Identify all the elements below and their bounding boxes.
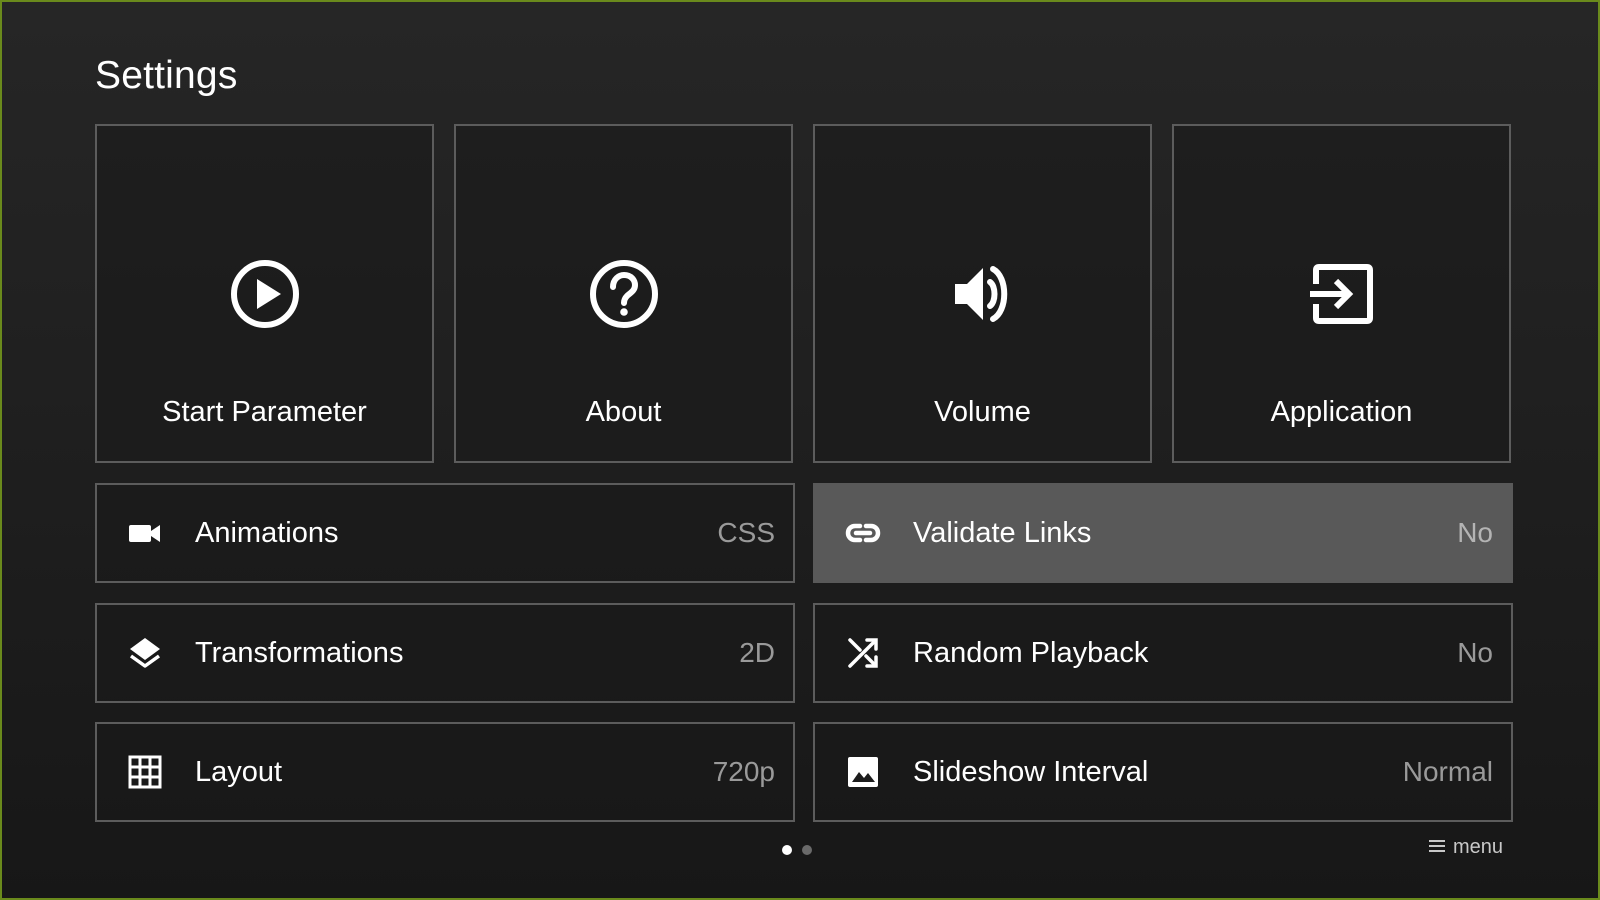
volume-icon [947, 258, 1019, 330]
shuffle-icon [845, 635, 881, 671]
setting-row-transformations[interactable]: Transformations 2D [95, 603, 795, 703]
link-icon [845, 515, 881, 551]
tile-about[interactable]: About [454, 124, 793, 463]
setting-row-slideshow-interval[interactable]: Slideshow Interval Normal [813, 722, 1513, 822]
row-label: Layout [195, 756, 283, 788]
menu-button[interactable]: menu [1428, 836, 1503, 859]
page-title: Settings [95, 54, 238, 97]
tile-label: Volume [934, 396, 1031, 428]
row-value: 2D [739, 637, 775, 668]
row-value: Normal [1402, 756, 1493, 787]
row-value: CSS [717, 517, 775, 548]
exit-to-app-icon [1306, 258, 1378, 330]
layers-icon [127, 635, 163, 671]
tile-volume[interactable]: Volume [813, 124, 1152, 463]
settings-screen: Settings Start Parameter About Volume Ap… [0, 0, 1600, 900]
setting-row-layout[interactable]: Layout 720p [95, 722, 795, 822]
row-label: Validate Links [913, 517, 1092, 549]
grid-icon [127, 754, 163, 790]
setting-row-animations[interactable]: Animations CSS [95, 483, 795, 583]
setting-row-random-playback[interactable]: Random Playback No [813, 603, 1513, 703]
menu-icon [1428, 836, 1445, 859]
tile-label: Application [1270, 396, 1413, 428]
setting-row-validate-links[interactable]: Validate Links No [813, 483, 1513, 583]
pagination-dots [782, 845, 812, 855]
row-label: Slideshow Interval [913, 756, 1149, 788]
row-value: No [1457, 517, 1493, 548]
page-dot-1[interactable] [782, 845, 792, 855]
row-value: 720p [712, 756, 775, 787]
row-value: No [1457, 637, 1493, 668]
tile-label: About [585, 396, 662, 428]
row-label: Transformations [195, 637, 404, 669]
tile-label: Start Parameter [162, 396, 367, 428]
page-dot-2[interactable] [802, 845, 812, 855]
row-label: Animations [195, 517, 339, 549]
videocam-icon [127, 515, 163, 551]
help-circle-icon [588, 258, 660, 330]
play-circle-icon [229, 258, 301, 330]
image-icon [845, 754, 881, 790]
menu-label: menu [1452, 836, 1503, 858]
tile-application[interactable]: Application [1172, 124, 1511, 463]
tile-start-parameter[interactable]: Start Parameter [95, 124, 434, 463]
row-label: Random Playback [913, 637, 1149, 669]
